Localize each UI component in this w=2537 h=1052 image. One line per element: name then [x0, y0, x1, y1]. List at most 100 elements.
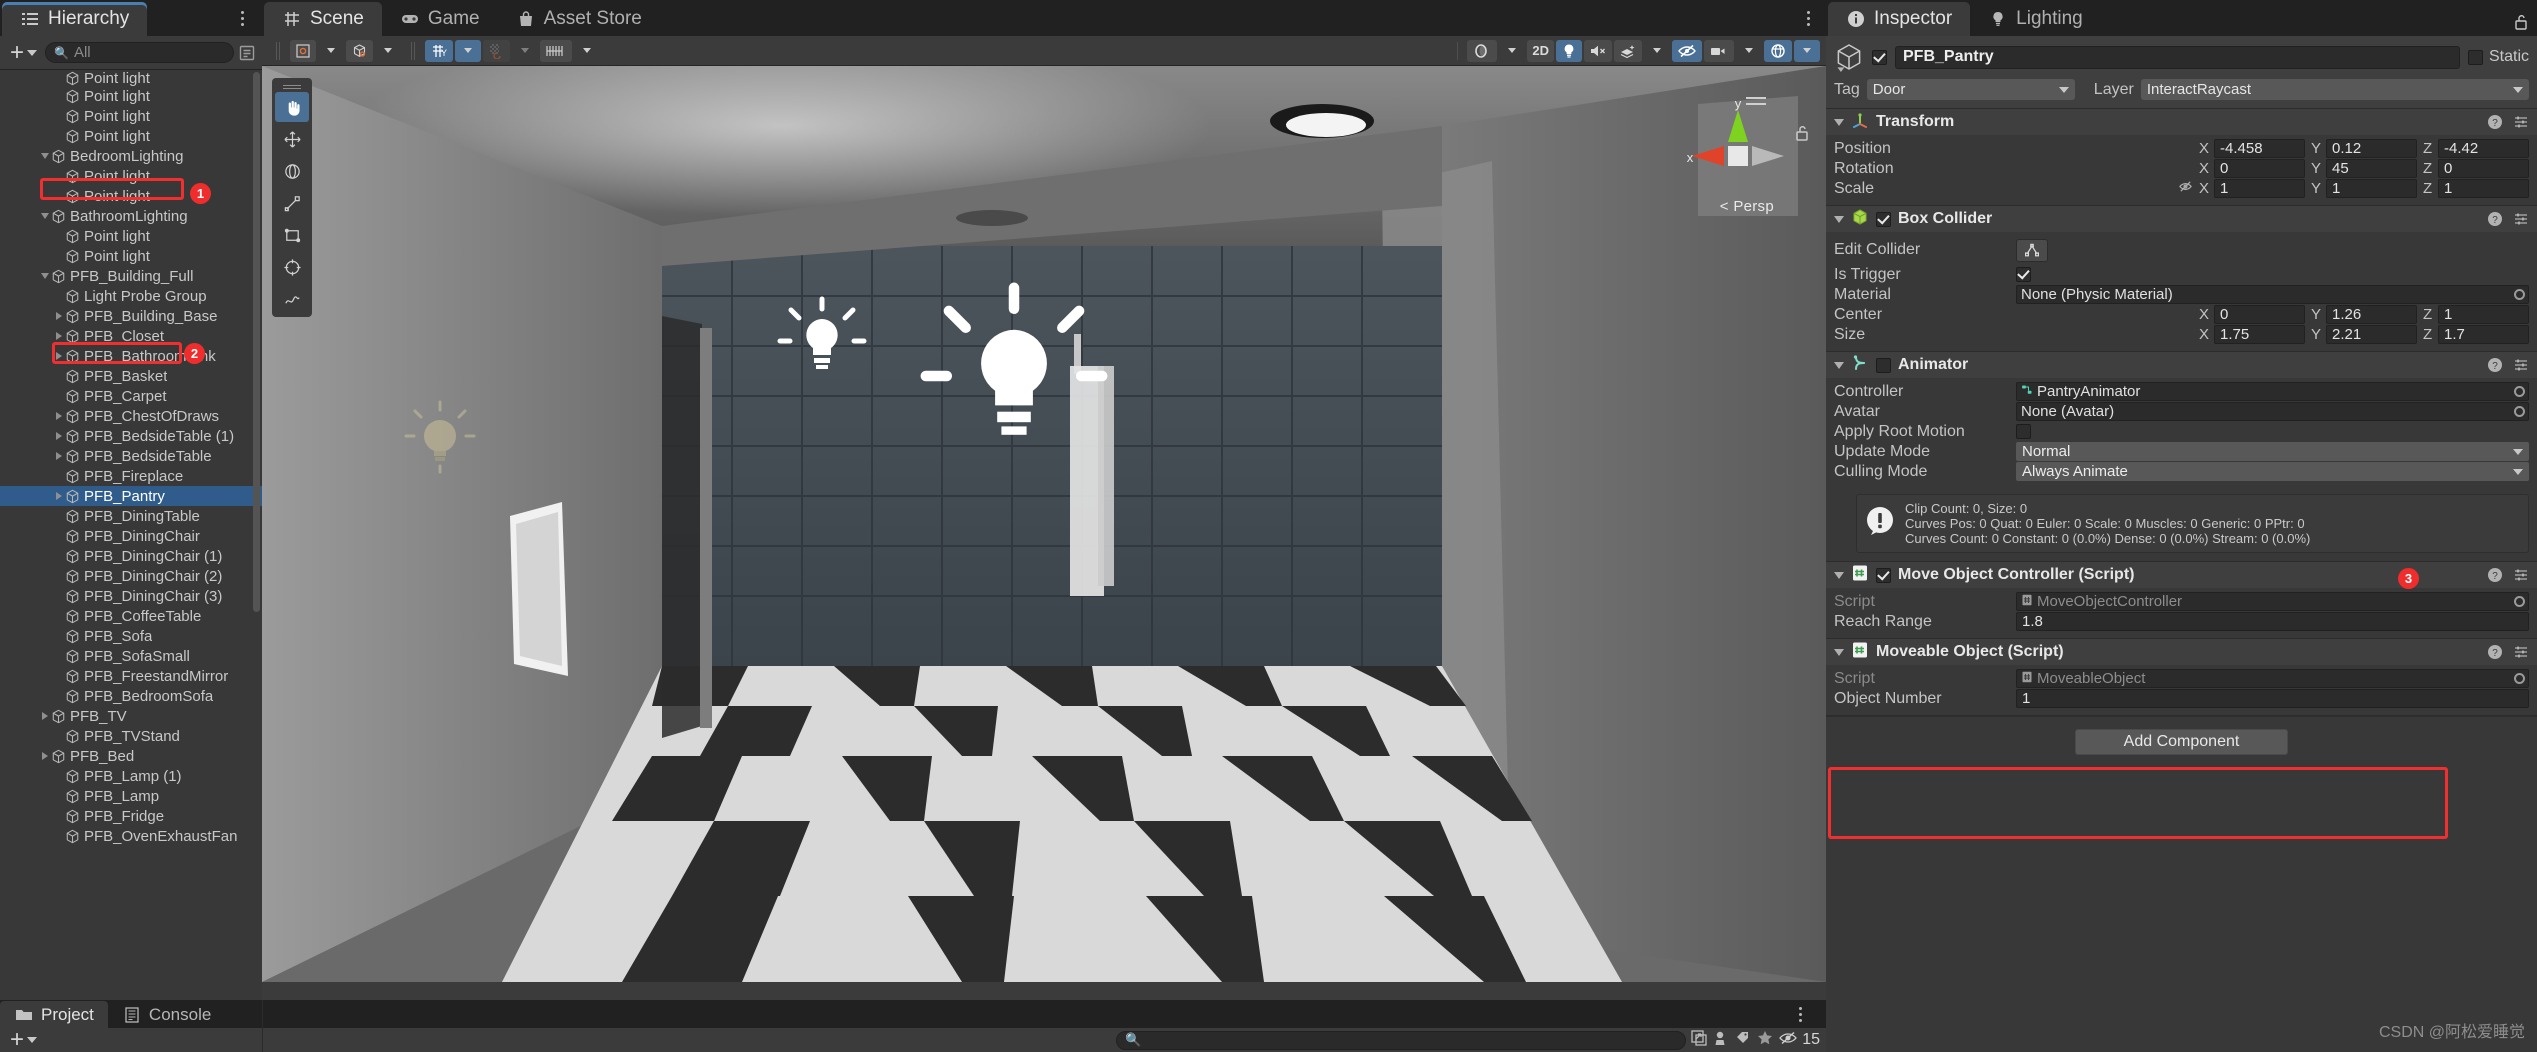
hierarchy-item[interactable]: PFB_Sofa: [0, 626, 262, 646]
tag-dropdown[interactable]: Door: [1866, 79, 2075, 100]
scene-fx-toggle[interactable]: [1614, 39, 1642, 62]
component-foldout-icon[interactable]: [1834, 118, 1844, 126]
transform-tool[interactable]: [275, 252, 309, 282]
scene-camera-dropdown[interactable]: [1736, 40, 1762, 62]
grid-snap-dropdown[interactable]: [455, 39, 481, 62]
handle-space-dropdown[interactable]: [375, 40, 401, 62]
hierarchy-item[interactable]: PFB_BedsideTable: [0, 446, 262, 466]
snap-increment-button[interactable]: [483, 39, 510, 62]
hierarchy-item[interactable]: BathroomLighting: [0, 206, 262, 226]
property-checkbox[interactable]: [2016, 424, 2031, 439]
object-enabled-checkbox[interactable]: [1872, 49, 1887, 65]
object-name-input[interactable]: PFB_Pantry: [1895, 45, 2460, 69]
component-foldout-icon[interactable]: [1834, 648, 1844, 656]
hierarchy-search-input[interactable]: 🔍 All: [45, 42, 234, 63]
hierarchy-item[interactable]: Point light: [0, 166, 262, 186]
edit-collider-button[interactable]: [2016, 238, 2048, 262]
handle-space-button[interactable]: [346, 39, 373, 62]
snap-increment-dropdown[interactable]: [512, 40, 538, 62]
hierarchy-item[interactable]: PFB_Lamp: [0, 786, 262, 806]
component-header[interactable]: Transform?: [1826, 109, 2537, 135]
enum-dropdown[interactable]: Always Animate: [2016, 462, 2529, 481]
hierarchy-item[interactable]: PFB_Building_Base: [0, 306, 262, 326]
hierarchy-panel-menu-button[interactable]: [232, 6, 252, 30]
hierarchy-item[interactable]: PFB_CoffeeTable: [0, 606, 262, 626]
component-settings-icon[interactable]: [2513, 357, 2529, 373]
inspector-lock-icon[interactable]: [2513, 13, 2529, 36]
foldout-arrow-icon[interactable]: [52, 332, 65, 340]
component-settings-icon[interactable]: [2513, 644, 2529, 660]
hierarchy-item[interactable]: PFB_BedroomSofa: [0, 686, 262, 706]
project-create-button[interactable]: +: [6, 1028, 41, 1052]
object-picker-icon[interactable]: [2514, 596, 2525, 607]
hierarchy-item[interactable]: Point light: [0, 226, 262, 246]
help-icon[interactable]: ?: [2487, 644, 2503, 660]
projection-mode-label[interactable]: < Persp: [1720, 198, 1774, 215]
component-foldout-icon[interactable]: [1834, 361, 1844, 369]
hierarchy-item[interactable]: Point light: [0, 246, 262, 266]
hierarchy-item[interactable]: PFB_BathroomSink: [0, 346, 262, 366]
tab-project[interactable]: Project: [0, 1001, 108, 1028]
rect-tool[interactable]: [275, 220, 309, 250]
scene-gizmos-toggle[interactable]: [1764, 39, 1792, 62]
property-y-input[interactable]: 1: [2326, 179, 2417, 198]
inspector-content[interactable]: PFB_Pantry Static Tag Door Layer InteractRayc…: [1826, 36, 2537, 1052]
search-by-label-icon[interactable]: [1734, 1029, 1752, 1052]
static-toggle[interactable]: Static: [2467, 48, 2529, 66]
object-reference-field[interactable]: None (Physic Material): [2016, 285, 2529, 304]
hierarchy-item[interactable]: PFB_Basket: [0, 366, 262, 386]
tab-console[interactable]: Console: [108, 1001, 225, 1028]
object-picker-icon[interactable]: [2514, 406, 2525, 417]
foldout-arrow-icon[interactable]: [38, 752, 51, 760]
hierarchy-item[interactable]: PFB_Bed: [0, 746, 262, 766]
shading-mode-button[interactable]: [1467, 39, 1498, 62]
project-search-input[interactable]: 🔍: [1116, 1030, 1687, 1050]
layer-dropdown[interactable]: InteractRaycast: [2140, 79, 2529, 100]
scene-panel-menu-button[interactable]: [1798, 6, 1818, 30]
object-picker-icon[interactable]: [2514, 673, 2525, 684]
property-y-input[interactable]: 45: [2326, 159, 2417, 178]
hierarchy-item[interactable]: Point light: [0, 70, 262, 87]
foldout-arrow-icon[interactable]: [52, 412, 65, 420]
component-settings-icon[interactable]: [2513, 211, 2529, 227]
property-text-input[interactable]: 1.8: [2016, 612, 2529, 631]
property-x-input[interactable]: 1: [2214, 179, 2305, 198]
component-header[interactable]: Animator?: [1826, 352, 2537, 378]
hierarchy-item[interactable]: Point light: [0, 186, 262, 206]
project-panel-menu-button[interactable]: [1790, 1002, 1810, 1026]
hand-tool[interactable]: [275, 92, 309, 122]
component-foldout-icon[interactable]: [1834, 215, 1844, 223]
help-icon[interactable]: ?: [2487, 114, 2503, 130]
tab-game[interactable]: Game: [382, 2, 498, 36]
search-in-scene-icon[interactable]: [1690, 1029, 1708, 1052]
add-component-button[interactable]: Add Component: [2075, 729, 2288, 755]
help-icon[interactable]: ?: [2487, 211, 2503, 227]
object-picker-icon[interactable]: [2514, 386, 2525, 397]
hierarchy-tree[interactable]: Point light Point light Point light Point l…: [0, 70, 262, 1000]
tab-hierarchy[interactable]: Hierarchy: [2, 2, 148, 36]
tab-inspector[interactable]: Inspector: [1828, 2, 1971, 36]
tab-asset-store[interactable]: Asset Store: [498, 2, 660, 36]
tab-scene[interactable]: Scene: [264, 2, 382, 36]
foldout-arrow-icon[interactable]: [52, 492, 65, 500]
component-foldout-icon[interactable]: [1834, 571, 1844, 579]
foldout-arrow-icon[interactable]: [52, 432, 65, 440]
property-y-input[interactable]: 0.12: [2326, 139, 2417, 158]
search-filter-icon[interactable]: [238, 44, 256, 62]
foldout-arrow-icon[interactable]: [38, 153, 51, 159]
scene-camera-toggle[interactable]: [1704, 39, 1734, 62]
hierarchy-item[interactable]: Point light: [0, 86, 262, 106]
property-x-input[interactable]: 0: [2214, 159, 2305, 178]
property-z-input[interactable]: 1: [2438, 305, 2529, 324]
object-reference-field[interactable]: None (Avatar): [2016, 402, 2529, 421]
hierarchy-item[interactable]: PFB_TV: [0, 706, 262, 726]
hierarchy-item[interactable]: BedroomLighting: [0, 146, 262, 166]
hierarchy-item[interactable]: PFB_Pantry: [0, 486, 262, 506]
hierarchy-item[interactable]: PFB_Lamp (1): [0, 766, 262, 786]
hierarchy-item[interactable]: PFB_Building_Full: [0, 266, 262, 286]
move-tool[interactable]: [275, 124, 309, 154]
hierarchy-item[interactable]: Light Probe Group: [0, 286, 262, 306]
hierarchy-item[interactable]: PFB_DiningChair (3): [0, 586, 262, 606]
property-y-input[interactable]: 1.26: [2326, 305, 2417, 324]
hierarchy-scrollbar[interactable]: [253, 72, 260, 612]
